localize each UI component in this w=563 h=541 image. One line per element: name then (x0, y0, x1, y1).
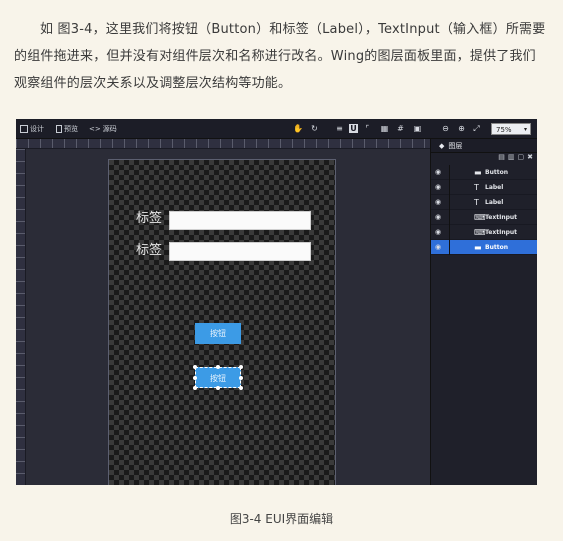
guides-icon[interactable]: # (396, 124, 405, 133)
layer-item[interactable]: ◉ T Label (431, 180, 537, 195)
button-1[interactable]: 按钮 (195, 323, 241, 344)
textinput-icon: ⌨ (474, 213, 486, 222)
design-icon (20, 125, 28, 133)
vertical-ruler (16, 149, 26, 485)
label-1[interactable]: 标签 (136, 211, 162, 227)
hand-icon[interactable]: ✋ (293, 124, 303, 133)
horizontal-ruler (16, 139, 430, 149)
layers-icon: ◆ (439, 141, 445, 150)
canvas-area[interactable]: 标签 标签 按钮 按钮 (26, 149, 430, 485)
layer-item[interactable]: ◉ ▬ Button (431, 165, 537, 180)
layer-item[interactable]: ◉ ⌨ TextInput (431, 225, 537, 240)
artboard[interactable]: 标签 标签 按钮 按钮 (108, 159, 336, 485)
textinput-icon: ⌨ (474, 228, 486, 237)
resize-handle-tl[interactable] (193, 365, 197, 369)
eye-icon[interactable]: ◉ (435, 195, 441, 210)
layer-item-selected[interactable]: ◉ ▬ Button (431, 240, 537, 255)
resize-handle-l[interactable] (193, 376, 197, 380)
magnet-icon[interactable]: U (349, 124, 358, 133)
layers-panel: ◆ 图层 ▤ ▥ ▢ ✖ ◉ ▬ Button ◉ T Label ◉ T La… (430, 139, 537, 485)
zoom-select[interactable]: 75% ▾ (491, 123, 531, 135)
fit-icon[interactable]: ⤢ (472, 124, 481, 133)
resize-handle-b[interactable] (216, 386, 220, 390)
label-icon: T (474, 198, 479, 207)
preview-tab[interactable]: 预览 (56, 124, 78, 134)
textinput-1[interactable] (169, 211, 311, 230)
zoom-in-icon[interactable]: ⊕ (457, 124, 466, 133)
button-icon: ▬ (474, 168, 482, 177)
eye-icon[interactable]: ◉ (435, 165, 441, 180)
image-icon[interactable]: ▣ (413, 124, 422, 133)
code-icon: <> (89, 125, 101, 133)
zoom-out-icon[interactable]: ⊖ (441, 124, 450, 133)
label-icon: T (474, 183, 479, 192)
layer-item[interactable]: ◉ ⌨ TextInput (431, 210, 537, 225)
source-tab[interactable]: <> 源码 (89, 124, 117, 134)
resize-handle-bl[interactable] (193, 386, 197, 390)
resize-handle-br[interactable] (239, 386, 243, 390)
figure-caption: 图3-4 EUI界面编辑 (229, 512, 334, 526)
ungroup-icon[interactable]: ▥ (508, 153, 515, 165)
button-2-selected[interactable]: 按钮 (195, 367, 241, 388)
eye-icon[interactable]: ◉ (435, 225, 441, 240)
grid-icon[interactable]: ▦ (380, 124, 389, 133)
resize-handle-r[interactable] (239, 376, 243, 380)
snap-icon[interactable]: ⌜ (363, 124, 372, 133)
eye-icon[interactable]: ◉ (435, 240, 441, 255)
button-icon: ▬ (474, 243, 482, 252)
preview-icon (56, 125, 62, 133)
editor-toolbar: 设计 预览 <> 源码 ✋ ↻ ≡ U ⌜ ▦ # ▣ ⊖ ⊕ ⤢ 75% ▾ (16, 119, 537, 139)
chevron-down-icon: ▾ (523, 126, 527, 133)
layer-item[interactable]: ◉ T Label (431, 195, 537, 210)
trash-icon[interactable]: ✖ (527, 153, 533, 165)
resize-handle-tr[interactable] (239, 365, 243, 369)
textinput-2[interactable] (169, 242, 311, 261)
design-tab[interactable]: 设计 (20, 124, 44, 134)
new-layer-icon[interactable]: ▢ (518, 153, 525, 165)
intro-paragraph: 如 图3-4，这里我们将按钮（Button）和标签（Label），TextInp… (14, 22, 546, 91)
layers-panel-header: ◆ 图层 (431, 139, 537, 153)
resize-handle-t[interactable] (216, 365, 220, 369)
layers-panel-tools: ▤ ▥ ▢ ✖ (431, 153, 537, 165)
align-icon[interactable]: ≡ (335, 124, 344, 133)
refresh-icon[interactable]: ↻ (310, 124, 319, 133)
eye-icon[interactable]: ◉ (435, 210, 441, 225)
eye-icon[interactable]: ◉ (435, 180, 441, 195)
editor-screenshot: 设计 预览 <> 源码 ✋ ↻ ≡ U ⌜ ▦ # ▣ ⊖ ⊕ ⤢ 75% ▾ … (16, 119, 537, 485)
group-icon[interactable]: ▤ (498, 153, 505, 165)
label-2[interactable]: 标签 (136, 243, 162, 259)
